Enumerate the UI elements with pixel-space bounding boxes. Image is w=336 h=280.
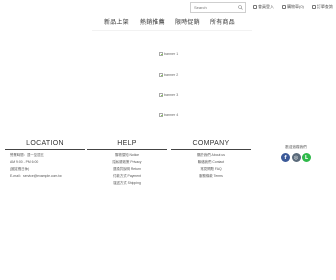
business-hours: 營業時間：週一至週五: [10, 153, 44, 157]
member-login-link[interactable]: 會員登入: [253, 4, 274, 10]
banner-image-4[interactable]: banner 4: [159, 113, 178, 117]
banner-image-1[interactable]: banner 1: [159, 52, 178, 56]
help-link-privacy[interactable]: 隱私權政策 Privacy: [87, 160, 167, 164]
company-link-contact[interactable]: 聯絡我們 Contact: [171, 160, 251, 164]
cart-icon: [282, 5, 286, 9]
footer-divider: [87, 149, 167, 150]
broken-image-icon: [159, 113, 163, 117]
footer-help-title: HELP: [117, 140, 137, 147]
nav-item-hot[interactable]: 熱銷推薦: [140, 17, 165, 26]
broken-image-icon: [159, 73, 163, 77]
facebook-icon[interactable]: f: [281, 153, 290, 162]
holiday-note: (國定假日休): [10, 167, 30, 171]
help-link-notice[interactable]: 購物須知 Notice: [87, 153, 167, 157]
business-hours-time: AM 9:00 - PM 6:00: [10, 160, 39, 164]
cart-link[interactable]: 購物車(0): [282, 4, 304, 10]
nav-item-all[interactable]: 所有商品: [210, 17, 235, 26]
nav-item-new[interactable]: 新品上架: [104, 17, 129, 26]
help-link-shipping[interactable]: 運送方式 Shipping: [87, 181, 167, 185]
social-follow: 歡迎追蹤我們 f ◎ L: [278, 145, 314, 162]
social-title: 歡迎追蹤我們: [285, 145, 307, 149]
company-link-about[interactable]: 關於我們 About us: [171, 153, 251, 157]
footer-company-title: COMPANY: [192, 140, 230, 147]
search-icon[interactable]: [238, 5, 243, 10]
company-link-faq[interactable]: 常見問題 FAQ: [171, 167, 251, 171]
search-box[interactable]: [190, 2, 246, 13]
order-query-link[interactable]: 訂單查詢: [311, 4, 333, 10]
top-bar: 會員登入 購物車(0) 訂單查詢: [0, 2, 336, 14]
company-link-terms[interactable]: 服務條款 Terms: [171, 174, 251, 178]
banner-image-2[interactable]: banner 2: [159, 73, 178, 77]
instagram-icon[interactable]: ◎: [291, 153, 301, 162]
line-icon[interactable]: L: [302, 153, 311, 162]
broken-image-icon: [159, 52, 163, 56]
banner-image-3[interactable]: banner 3: [159, 93, 178, 97]
broken-image-icon: [159, 93, 163, 97]
help-link-return[interactable]: 退換貨說明 Return: [87, 167, 167, 171]
help-link-payment[interactable]: 付款方式 Payment: [87, 174, 167, 178]
footer-company: COMPANY 關於我們 About us 聯絡我們 Contact 常見問題 …: [171, 140, 251, 178]
footer-divider: [5, 149, 85, 150]
list-icon: [311, 5, 316, 9]
search-input[interactable]: [191, 3, 235, 12]
contact-email[interactable]: E-mail：service@example.com.tw: [10, 174, 85, 178]
footer-location: LOCATION 營業時間：週一至週五 AM 9:00 - PM 6:00 (國…: [5, 140, 85, 178]
nav-item-sale[interactable]: 限時促銷: [175, 17, 200, 26]
top-links: 會員登入 購物車(0) 訂單查詢: [253, 4, 333, 10]
footer-divider: [171, 149, 251, 150]
nav-divider: [92, 30, 252, 31]
footer-location-title: LOCATION: [26, 140, 64, 147]
user-icon: [253, 5, 257, 9]
main-nav: 新品上架 熱銷推薦 限時促銷 所有商品: [0, 17, 336, 29]
footer-help: HELP 購物須知 Notice 隱私權政策 Privacy 退換貨說明 Ret…: [87, 140, 167, 185]
social-icons: f ◎ L: [278, 153, 314, 162]
